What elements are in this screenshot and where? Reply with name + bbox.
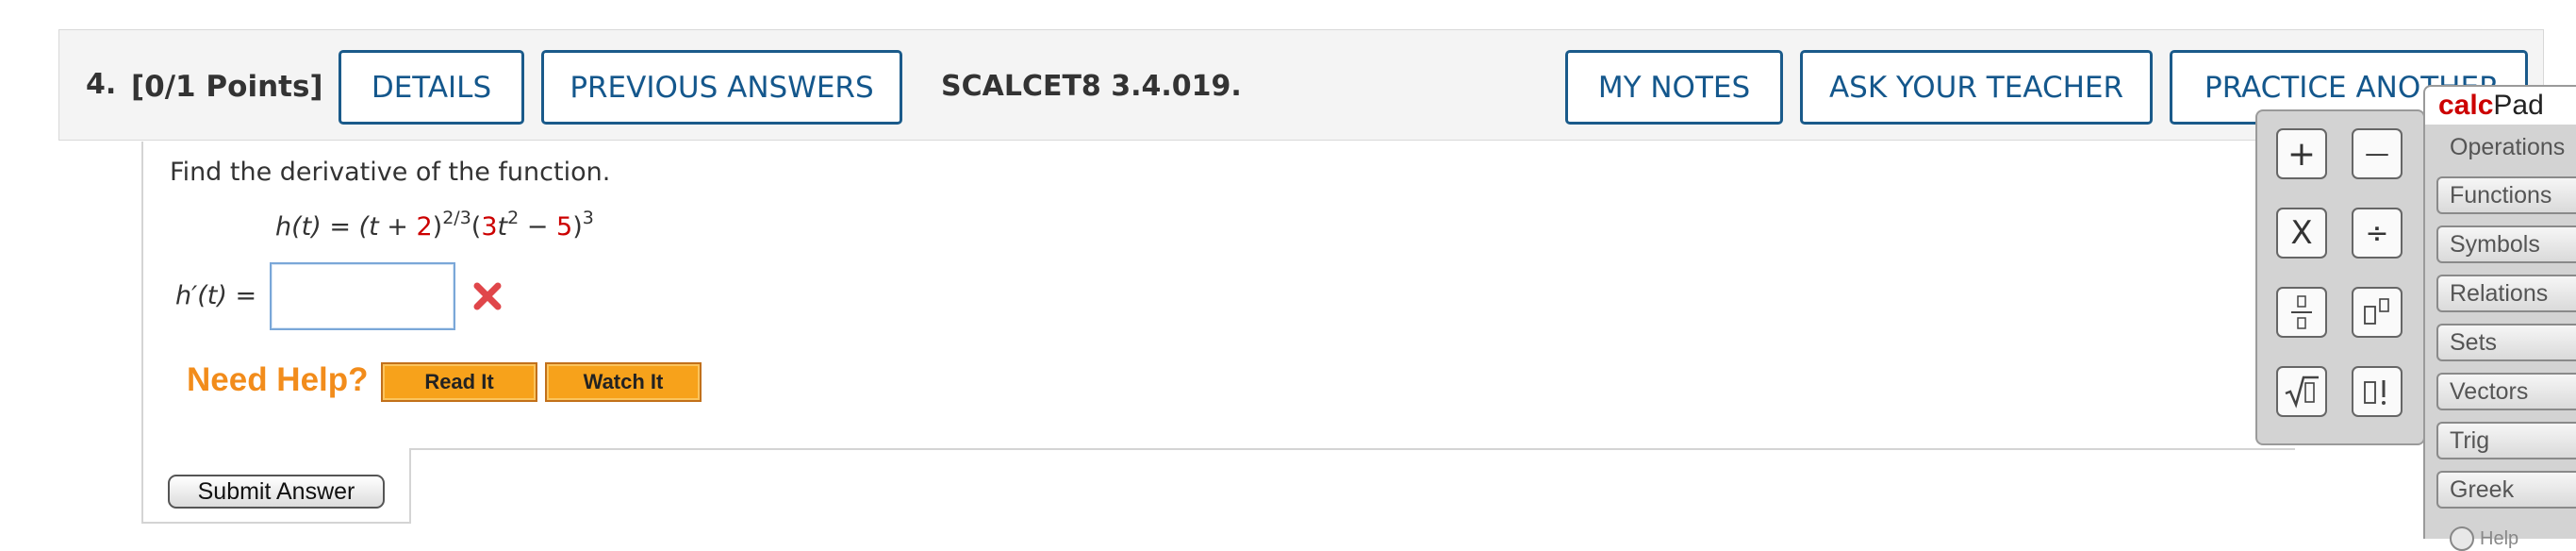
calcpad-title: calc Pad <box>2423 85 2576 125</box>
calcpad-title-pad: Pad <box>2493 90 2544 121</box>
formula-exponent-2: 2 <box>507 208 520 228</box>
formula-lhs: h(t) = (t + <box>275 212 417 242</box>
details-button[interactable]: DETAILS <box>339 50 524 125</box>
card-border-notch <box>409 448 411 524</box>
formula-variable: t <box>497 212 508 242</box>
ask-your-teacher-button[interactable]: ASK YOUR TEACHER <box>1800 50 2153 125</box>
incorrect-x-icon <box>473 282 502 310</box>
factorial-icon <box>2364 380 2386 405</box>
formula-exponent-3: 3 <box>582 208 594 228</box>
answer-input[interactable] <box>270 262 455 330</box>
read-it-button[interactable]: Read It <box>381 362 537 402</box>
multiply-key[interactable]: X <box>2276 208 2327 259</box>
answer-label-text: h′(t) = <box>175 281 257 310</box>
need-help-label: Need Help? <box>187 361 369 398</box>
power-key[interactable] <box>2352 287 2403 338</box>
question-code: SCALCET8 3.4.019. <box>941 70 1242 103</box>
divide-key[interactable]: ÷ <box>2352 208 2403 259</box>
calcpad-sidebar: Operations Functions Symbols Relations S… <box>2423 125 2576 551</box>
submit-answer-button[interactable]: Submit Answer <box>168 475 385 509</box>
my-notes-button[interactable]: MY NOTES <box>1565 50 1783 125</box>
formula-constant-2: 3 <box>481 212 498 242</box>
minus-key[interactable]: — <box>2352 128 2403 179</box>
card-border-bottom <box>141 522 411 524</box>
previous-answers-button[interactable]: PREVIOUS ANSWERS <box>541 50 902 125</box>
tab-sets[interactable]: Sets <box>2436 324 2576 361</box>
answer-label: h′(t) = <box>175 281 256 310</box>
calcpad-help-link[interactable]: Help <box>2480 528 2518 550</box>
question-number: 4. <box>86 68 117 101</box>
fraction-key[interactable] <box>2276 287 2327 338</box>
problem-prompt: Find the derivative of the function. <box>170 158 611 187</box>
formula-exponent-1: 2/3 <box>442 208 471 228</box>
square-root-icon <box>2285 376 2319 409</box>
power-icon <box>2364 298 2389 325</box>
formula-constant-1: 2 <box>416 212 433 242</box>
help-icon[interactable] <box>2450 526 2474 551</box>
calcpad-keypad: + — X ÷ <box>2255 109 2425 445</box>
calcpad-title-calc: calc <box>2438 90 2494 121</box>
card-border-left <box>141 142 143 524</box>
fraction-icon <box>2291 295 2312 329</box>
formula-minus: − <box>519 212 556 242</box>
plus-key[interactable]: + <box>2276 128 2327 179</box>
question-header: 4. [0/1 Points] DETAILS PREVIOUS ANSWERS… <box>58 29 2544 141</box>
formula-open-paren: ( <box>471 212 482 242</box>
question-points: [0/1 Points] <box>131 70 323 104</box>
card-border-divider <box>409 448 2295 450</box>
function-formula: h(t) = (t + 2)2/3(3t2 − 5)3 <box>275 208 594 242</box>
watch-it-button[interactable]: Watch It <box>545 362 702 402</box>
tab-symbols[interactable]: Symbols <box>2436 225 2576 263</box>
tab-trig[interactable]: Trig <box>2436 422 2576 459</box>
formula-constant-3: 5 <box>556 212 573 242</box>
tab-greek[interactable]: Greek <box>2436 471 2576 509</box>
tab-operations[interactable]: Operations <box>2436 128 2576 166</box>
factorial-key[interactable] <box>2352 366 2403 417</box>
formula-close-paren: ) <box>572 212 583 242</box>
tab-relations[interactable]: Relations <box>2436 275 2576 312</box>
tab-functions[interactable]: Functions <box>2436 176 2576 214</box>
square-root-key[interactable] <box>2276 366 2327 417</box>
tab-vectors[interactable]: Vectors <box>2436 373 2576 410</box>
